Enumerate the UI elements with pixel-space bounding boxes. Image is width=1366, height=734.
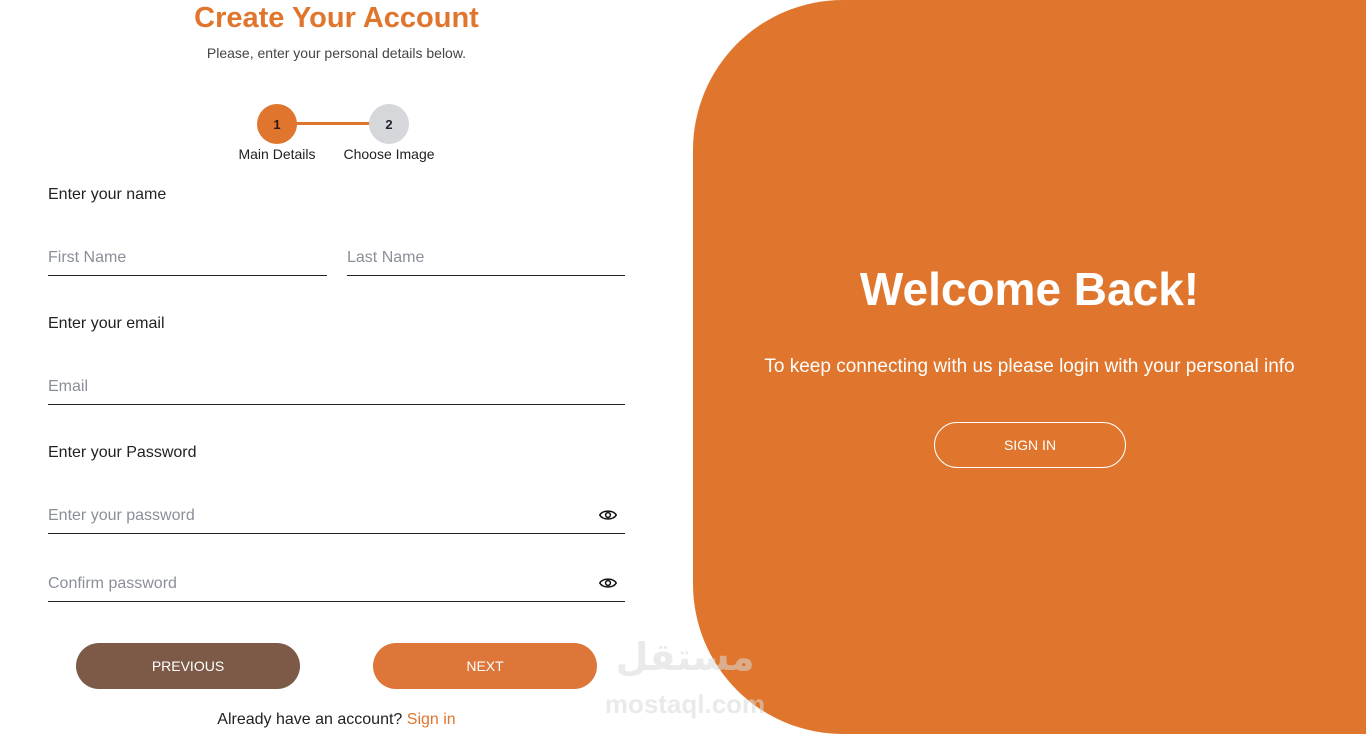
- step-1-indicator[interactable]: 1: [257, 104, 297, 144]
- step-2-indicator[interactable]: 2: [369, 104, 409, 144]
- next-button[interactable]: NEXT: [373, 643, 597, 689]
- page-title: Create Your Account: [194, 2, 479, 34]
- signin-prompt-text: Already have an account?: [217, 711, 403, 728]
- name-section-label: Enter your name: [48, 186, 167, 203]
- eye-icon[interactable]: [599, 508, 617, 522]
- password-section-label: Enter your Password: [48, 444, 197, 461]
- step-1-label: Main Details: [238, 146, 316, 162]
- sign-in-button[interactable]: SIGN IN: [934, 422, 1126, 468]
- confirm-password-field: [48, 566, 625, 602]
- last-name-field: [347, 240, 625, 276]
- stepper-connector: [295, 122, 371, 125]
- last-name-input[interactable]: [347, 240, 625, 275]
- page-subtitle: Please, enter your personal details belo…: [206, 45, 467, 61]
- welcome-text: To keep connecting with us please login …: [764, 356, 1295, 377]
- email-section-label: Enter your email: [48, 315, 165, 332]
- signin-prompt: Already have an account? Sign in: [0, 711, 673, 729]
- eye-icon[interactable]: [599, 576, 617, 590]
- password-field: [48, 498, 625, 534]
- step-2-label: Choose Image: [343, 146, 435, 162]
- signin-link[interactable]: Sign in: [407, 711, 456, 728]
- signup-form-panel: Create Your Account Please, enter your p…: [0, 0, 693, 734]
- first-name-input[interactable]: [48, 240, 327, 275]
- previous-button[interactable]: PREVIOUS: [76, 643, 300, 689]
- welcome-heading: Welcome Back!: [859, 263, 1200, 315]
- first-name-field: [48, 240, 327, 276]
- confirm-password-input[interactable]: [48, 566, 625, 601]
- email-input[interactable]: [48, 369, 625, 404]
- email-field: [48, 369, 625, 405]
- password-input[interactable]: [48, 498, 625, 533]
- welcome-panel: Welcome Back! To keep connecting with us…: [693, 0, 1366, 734]
